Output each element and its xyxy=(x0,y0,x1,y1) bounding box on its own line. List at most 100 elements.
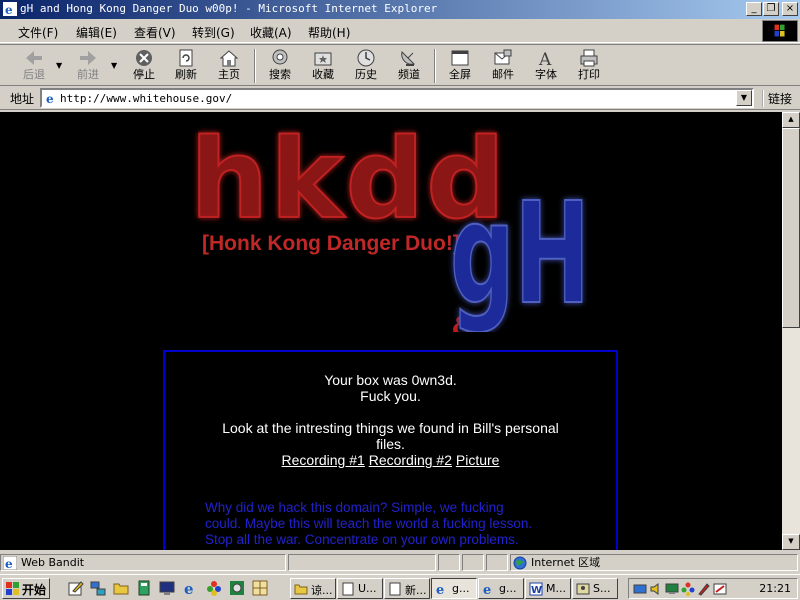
minimize-button[interactable]: _ xyxy=(746,2,762,16)
links-button[interactable]: 链接 xyxy=(762,90,792,107)
svg-text:e: e xyxy=(184,580,194,596)
forward-button[interactable]: 前进 xyxy=(68,48,108,84)
url-input[interactable] xyxy=(60,91,736,106)
fonts-label: 字体 xyxy=(535,68,557,81)
edit-icon[interactable] xyxy=(68,580,84,596)
scroll-up-icon[interactable]: ▲ xyxy=(782,112,800,128)
svg-text:W: W xyxy=(531,585,542,596)
owned-message: Your box was 0wn3d. xyxy=(324,372,457,388)
history-button[interactable]: 历史 xyxy=(346,48,386,84)
task-button[interactable]: e g... xyxy=(478,578,524,599)
mail-button[interactable]: 邮件 xyxy=(483,48,523,84)
history-label: 历史 xyxy=(355,68,377,81)
back-dropdown-icon[interactable]: ▼ xyxy=(56,61,62,70)
task-button-active[interactable]: e g... xyxy=(431,578,477,599)
task-label: U... xyxy=(358,582,377,595)
page-viewport: hkdd [Honk Kong Danger Duo!] & gH Your b… xyxy=(0,112,782,550)
refresh-button[interactable]: 刷新 xyxy=(166,48,206,84)
word-icon: W xyxy=(529,582,543,596)
reason-text-2: could. Maybe this will teach the world a… xyxy=(205,516,533,531)
network-icon[interactable] xyxy=(90,580,106,596)
print-button[interactable]: 打印 xyxy=(569,48,609,84)
page-icon: e xyxy=(44,91,58,105)
task-label: g... xyxy=(452,582,470,595)
menu-view[interactable]: 查看(V) xyxy=(134,24,176,41)
window-title: gH and Hong Kong Danger Duo w00p! - Micr… xyxy=(20,2,438,15)
stop-icon xyxy=(136,50,152,66)
book-icon[interactable] xyxy=(136,580,152,596)
stop-button[interactable]: 停止 xyxy=(124,48,164,84)
svg-text:e: e xyxy=(46,92,54,105)
volume-icon[interactable] xyxy=(649,582,663,596)
menu-favorites[interactable]: 收藏(A) xyxy=(250,24,292,41)
status-text: Web Bandit xyxy=(21,556,85,569)
app-icon xyxy=(576,583,590,595)
scroll-down-icon[interactable]: ▼ xyxy=(782,534,800,550)
status-panel xyxy=(486,554,508,571)
reason-text-3: Stop all the war. Concentrate on your ow… xyxy=(205,532,519,547)
search-label: 搜索 xyxy=(269,68,291,81)
gear-icon[interactable] xyxy=(229,580,245,596)
mail-label: 邮件 xyxy=(492,68,514,81)
tray-input-icon[interactable] xyxy=(713,582,727,596)
task-button[interactable]: S... xyxy=(572,578,618,599)
title-bar: e gH and Hong Kong Danger Duo w00p! - Mi… xyxy=(0,0,800,19)
zone-panel: Internet 区域 xyxy=(510,554,798,571)
close-button[interactable]: × xyxy=(782,2,798,16)
recording-2-link[interactable]: Recording #2 xyxy=(369,452,452,468)
menu-edit[interactable]: 编辑(E) xyxy=(76,24,117,41)
start-label: 开始 xyxy=(22,583,47,597)
fullscreen-button[interactable]: 全屏 xyxy=(440,48,480,84)
forward-dropdown-icon[interactable]: ▼ xyxy=(111,61,117,70)
search-button[interactable]: 搜索 xyxy=(260,48,300,84)
address-field[interactable]: e ▼ xyxy=(40,88,754,108)
tray-pen-icon[interactable] xyxy=(697,582,711,596)
home-button[interactable]: 主页 xyxy=(209,48,249,84)
svg-text:e: e xyxy=(5,557,13,570)
favorites-button[interactable]: 收藏 xyxy=(303,48,343,84)
monitor-icon[interactable] xyxy=(159,580,175,596)
back-button[interactable]: 后退 xyxy=(14,48,54,84)
folder-icon[interactable] xyxy=(113,580,129,596)
vertical-scrollbar[interactable]: ▲ ▼ xyxy=(782,112,800,550)
favorites-folder-icon xyxy=(314,52,332,66)
mail-icon xyxy=(494,49,512,65)
start-button[interactable]: 开始 xyxy=(2,578,50,599)
system-tray: 21:21 xyxy=(628,578,798,599)
reason-text-1: Why did we hack this domain? Simple, we … xyxy=(205,500,504,515)
fonts-button[interactable]: A 字体 xyxy=(526,48,566,84)
font-icon: A xyxy=(538,50,552,68)
svg-text:A: A xyxy=(538,50,552,68)
status-text-panel: e Web Bandit xyxy=(0,554,286,571)
task-button[interactable]: U... xyxy=(337,578,383,599)
tray-monitor-icon[interactable] xyxy=(665,582,679,596)
menu-file[interactable]: 文件(F) xyxy=(18,24,58,41)
svg-text:e: e xyxy=(436,583,444,596)
address-label: 地址 xyxy=(10,92,35,106)
home-icon xyxy=(219,50,239,67)
maximize-button[interactable]: ❐ xyxy=(763,2,779,16)
logo-gh-text: gH xyxy=(450,173,590,332)
grid-icon[interactable] xyxy=(252,580,268,596)
tray-flower-icon[interactable] xyxy=(681,582,695,596)
recording-1-link[interactable]: Recording #1 xyxy=(282,452,365,468)
flower-icon[interactable] xyxy=(206,580,222,596)
toolbar-separator xyxy=(254,49,256,83)
logo-subtitle: [Honk Kong Danger Duo!] xyxy=(202,232,460,255)
menu-goto[interactable]: 转到(G) xyxy=(192,24,235,41)
task-button[interactable]: 新... xyxy=(384,578,430,599)
doc-icon xyxy=(389,582,401,596)
menu-help[interactable]: 帮助(H) xyxy=(308,24,350,41)
task-label: g... xyxy=(499,582,517,595)
tray-network-icon[interactable] xyxy=(633,582,647,596)
ie-icon: e xyxy=(3,2,17,16)
ie-icon[interactable]: e xyxy=(183,580,199,596)
status-panel xyxy=(462,554,484,571)
scroll-thumb[interactable] xyxy=(782,128,800,328)
address-dropdown-icon[interactable]: ▼ xyxy=(736,90,752,106)
task-button[interactable]: 谅... xyxy=(290,578,336,599)
task-button[interactable]: W M... xyxy=(525,578,571,599)
channels-button[interactable]: 频道 xyxy=(389,48,429,84)
ie-icon: e xyxy=(483,583,491,596)
picture-link[interactable]: Picture xyxy=(456,452,500,468)
